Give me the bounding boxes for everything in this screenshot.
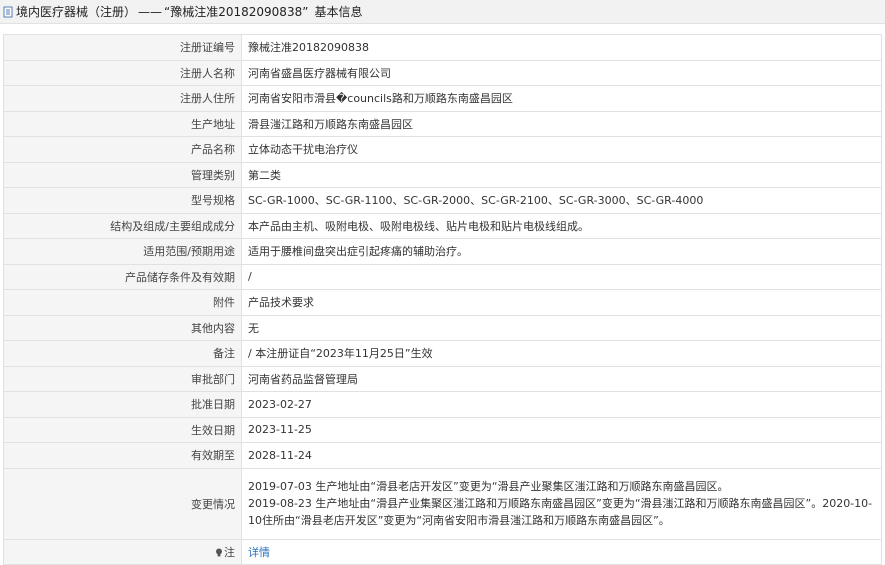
- row-value: SC-GR-1000、SC-GR-1100、SC-GR-2000、SC-GR-2…: [241, 187, 882, 214]
- table-row: 产品名称 立体动态干扰电治疗仪: [3, 136, 882, 163]
- table-row: 备注 / 本注册证自“2023年11月25日”生效: [3, 340, 882, 367]
- table-row: 生产地址 滑县滍江路和万顺路东南盛昌园区: [3, 110, 882, 137]
- row-value: 本产品由主机、吸附电极、吸附电极线、贴片电极和贴片电极线组成。: [241, 212, 882, 239]
- row-label: 型号规格: [3, 187, 242, 214]
- table-row: 其他内容无: [3, 314, 882, 341]
- header-breadcrumb: 境内医疗器械（注册）: [16, 5, 137, 19]
- row-value: /: [241, 263, 882, 290]
- row-value: 河南省安阳市滑县�councils路和万顺路东南盛昌园区: [241, 85, 882, 112]
- header-suffix: 基本信息: [314, 5, 363, 19]
- row-value: 滑县滍江路和万顺路东南盛昌园区: [241, 110, 882, 137]
- table-row: 适用范围/预期用途 适用于腰椎间盘突出症引起疼痛的辅助治疗。: [3, 238, 882, 265]
- table-row: 有效期至 2028-11-24: [3, 442, 882, 469]
- note-label: 注: [224, 545, 235, 559]
- row-value: 第二类: [241, 161, 882, 188]
- details-link[interactable]: 详情: [248, 546, 270, 559]
- row-value: 2023-02-27: [241, 391, 882, 418]
- row-value: 2028-11-24: [241, 442, 882, 469]
- note-value: 详情: [241, 538, 882, 565]
- row-label: 生产地址: [3, 110, 242, 137]
- row-label: 产品名称: [3, 136, 242, 163]
- detail-table: 注册证编号 豫械注准20182090838 注册人名称 河南省盛昌医疗器械有限公司 …: [3, 34, 882, 565]
- row-value: 无: [241, 314, 882, 341]
- row-value: 产品技术要求: [241, 289, 882, 316]
- table-row: 型号规格 SC-GR-1000、SC-GR-1100、SC-GR-2000、SC-…: [3, 187, 882, 214]
- table-row-note: 注 详情: [3, 538, 882, 565]
- table-row: 生效日期 2023-11-25: [3, 416, 882, 443]
- row-value: 适用于腰椎间盘突出症引起疼痛的辅助治疗。: [241, 238, 882, 265]
- row-label: 附件: [3, 289, 242, 316]
- row-label: 注册人住所: [3, 85, 242, 112]
- change-line: 2019-07-03 生产地址由“滑县老店开发区”变更为“滑县产业聚集区滍江路和…: [248, 480, 729, 493]
- row-label: 结构及组成/主要组成成分: [3, 212, 242, 239]
- header-separator: ——: [138, 4, 163, 19]
- row-label: 审批部门: [3, 365, 242, 392]
- row-label: 适用范围/预期用途: [3, 238, 242, 265]
- bulb-icon: [215, 547, 223, 557]
- change-history-value: 2019-07-03 生产地址由“滑县老店开发区”变更为“滑县产业聚集区滍江路和…: [241, 467, 882, 540]
- row-label: 有效期至: [3, 442, 242, 469]
- row-label: 注册人名称: [3, 59, 242, 86]
- row-label: 注册证编号: [3, 34, 242, 61]
- row-label: 其他内容: [3, 314, 242, 341]
- note-label-cell: 注: [3, 538, 242, 565]
- row-value: 河南省盛昌医疗器械有限公司: [241, 59, 882, 86]
- table-row: 附件 产品技术要求: [3, 289, 882, 316]
- table-row: 产品储存条件及有效期 /: [3, 263, 882, 290]
- row-value: 2023-11-25: [241, 416, 882, 443]
- row-label: 备注: [3, 340, 242, 367]
- row-label: 管理类别: [3, 161, 242, 188]
- change-line: 2019-08-23 生产地址由“滑县产业集聚区滍江路和万顺路东南盛昌园区”变更…: [248, 497, 873, 527]
- detail-table-container: 注册证编号 豫械注准20182090838 注册人名称 河南省盛昌医疗器械有限公司 …: [3, 34, 882, 565]
- row-value: / 本注册证自“2023年11月25日”生效: [241, 340, 882, 367]
- document-icon: [3, 6, 14, 18]
- row-label: 产品储存条件及有效期: [3, 263, 242, 290]
- table-row: 注册证编号 豫械注准20182090838: [3, 34, 882, 61]
- table-row: 批准日期 2023-02-27: [3, 391, 882, 418]
- table-row: 审批部门 河南省药品监督管理局: [3, 365, 882, 392]
- header-title: “豫械注准20182090838”: [164, 5, 309, 19]
- table-row: 注册人名称 河南省盛昌医疗器械有限公司: [3, 59, 882, 86]
- table-row: 管理类别 第二类: [3, 161, 882, 188]
- page-header: 境内医疗器械（注册） —— “豫械注准20182090838” 基本信息: [0, 0, 885, 24]
- table-row: 注册人住所 河南省安阳市滑县�councils路和万顺路东南盛昌园区: [3, 85, 882, 112]
- row-label: 变更情况: [3, 467, 242, 540]
- row-value: 立体动态干扰电治疗仪: [241, 136, 882, 163]
- row-label: 批准日期: [3, 391, 242, 418]
- table-row: 结构及组成/主要组成成分 本产品由主机、吸附电极、吸附电极线、贴片电极和贴片电极线…: [3, 212, 882, 239]
- row-label: 生效日期: [3, 416, 242, 443]
- table-row-change-history: 变更情况 2019-07-03 生产地址由“滑县老店开发区”变更为“滑县产业聚集…: [3, 467, 882, 540]
- row-value: 河南省药品监督管理局: [241, 365, 882, 392]
- row-value: 豫械注准20182090838: [241, 34, 882, 61]
